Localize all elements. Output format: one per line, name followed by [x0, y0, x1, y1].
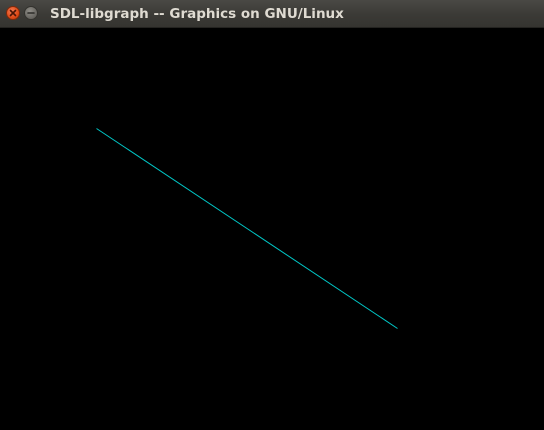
drawing-surface: [96, 128, 398, 329]
minimize-button[interactable]: [24, 6, 38, 20]
close-button[interactable]: [6, 6, 20, 20]
close-icon: [9, 9, 17, 17]
graphics-canvas: [0, 28, 544, 430]
window-title: SDL-libgraph -- Graphics on GNU/Linux: [50, 6, 344, 22]
app-window: SDL-libgraph -- Graphics on GNU/Linux: [0, 0, 544, 430]
minimize-icon: [27, 12, 35, 14]
drawn-line: [96, 128, 398, 329]
title-bar[interactable]: SDL-libgraph -- Graphics on GNU/Linux: [0, 0, 544, 28]
